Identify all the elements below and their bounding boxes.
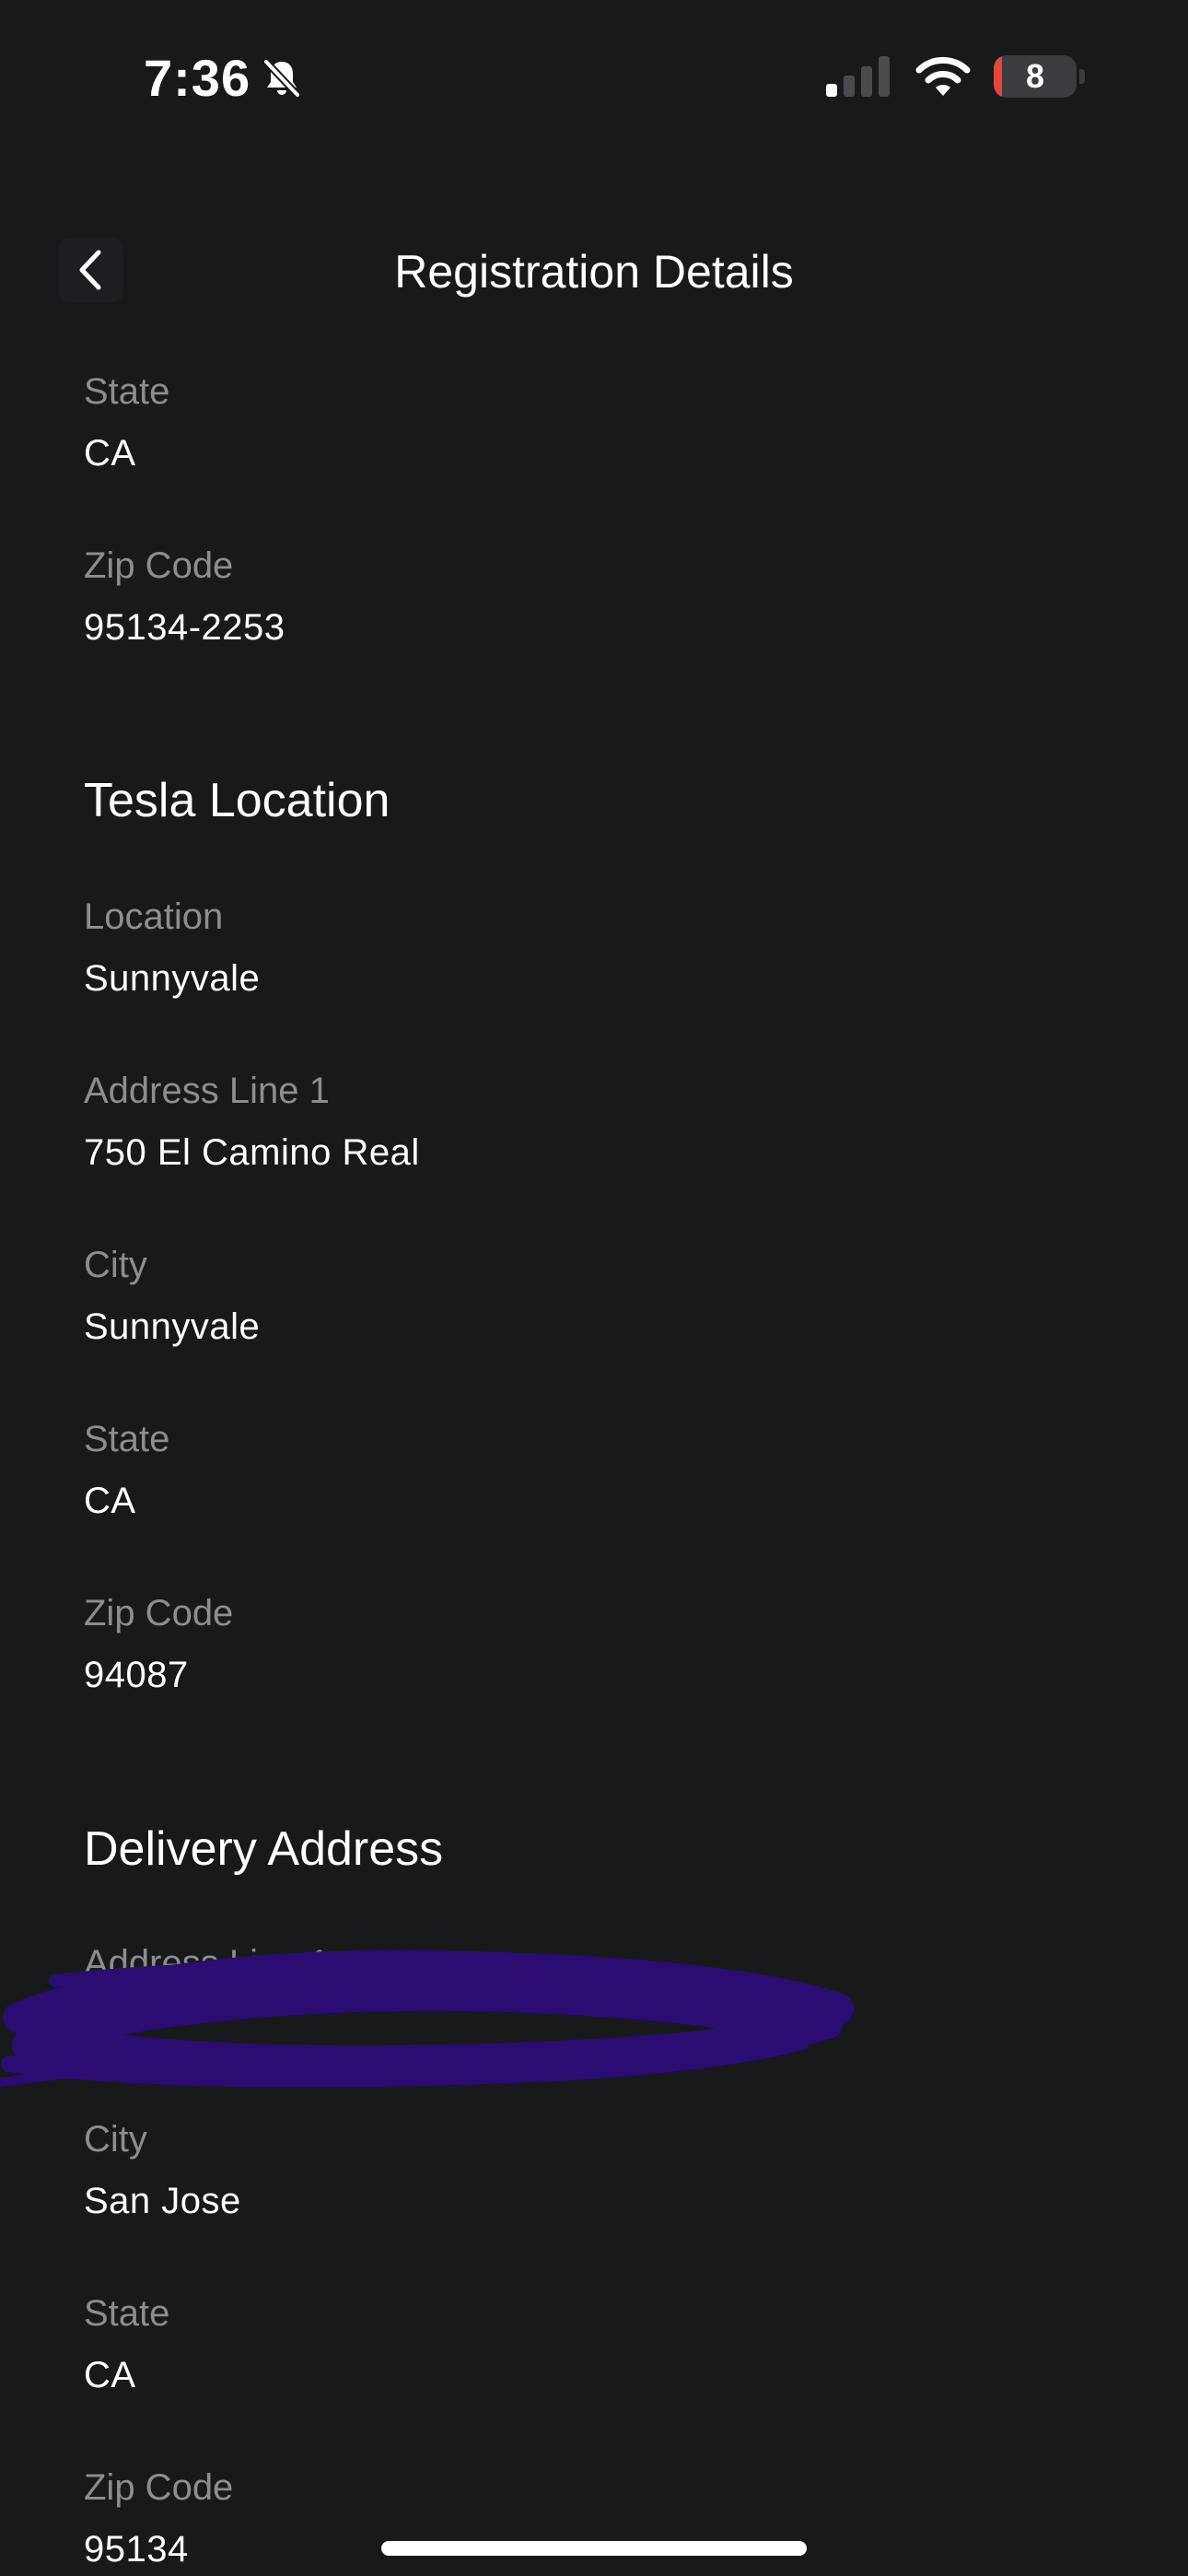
cellular-signal-icon [826,56,890,97]
delivery-state-label: State [84,2293,170,2334]
status-time: 7:36 [144,49,251,107]
home-indicator[interactable] [381,2541,807,2556]
redaction-scribble [0,1950,854,2088]
battery-level: 8 [1025,57,1045,95]
delivery-zip-value: 95134 [84,2529,189,2570]
registration-zip-value: 95134-2253 [84,607,285,648]
tesla-zip-value: 94087 [84,1655,189,1695]
battery-icon: 8 [994,55,1077,98]
tesla-state-value: CA [84,1481,136,1521]
tesla-location-value: Sunnyvale [84,958,261,999]
tesla-address-line1-value: 750 El Camino Real [84,1132,420,1173]
tesla-location-label: Location [84,896,224,937]
status-right-group: 8 [826,55,1085,98]
tesla-city-value: Sunnyvale [84,1306,261,1347]
battery-cap [1079,69,1085,84]
delivery-city-label: City [84,2119,147,2160]
bell-slash-icon [260,56,304,100]
tesla-city-label: City [84,1245,147,1285]
delivery-city-value: San Jose [84,2181,241,2221]
registration-state-value: CA [84,433,136,474]
registration-state-label: State [84,371,170,412]
status-time-group: 7:36 [144,46,304,111]
registration-zip-label: Zip Code [84,545,234,586]
delivery-state-value: CA [84,2355,136,2395]
wifi-icon [915,56,971,96]
tesla-address-line1-label: Address Line 1 [84,1071,330,1111]
tesla-state-label: State [84,1419,170,1459]
delivery-zip-label: Zip Code [84,2467,234,2508]
status-bar: 7:36 8 [0,0,1188,157]
delivery-address-heading: Delivery Address [84,1822,444,1876]
navigation-header: Registration Details [0,221,1188,322]
page-title: Registration Details [394,246,794,298]
tesla-zip-label: Zip Code [84,1593,234,1633]
tesla-location-heading: Tesla Location [84,774,390,827]
